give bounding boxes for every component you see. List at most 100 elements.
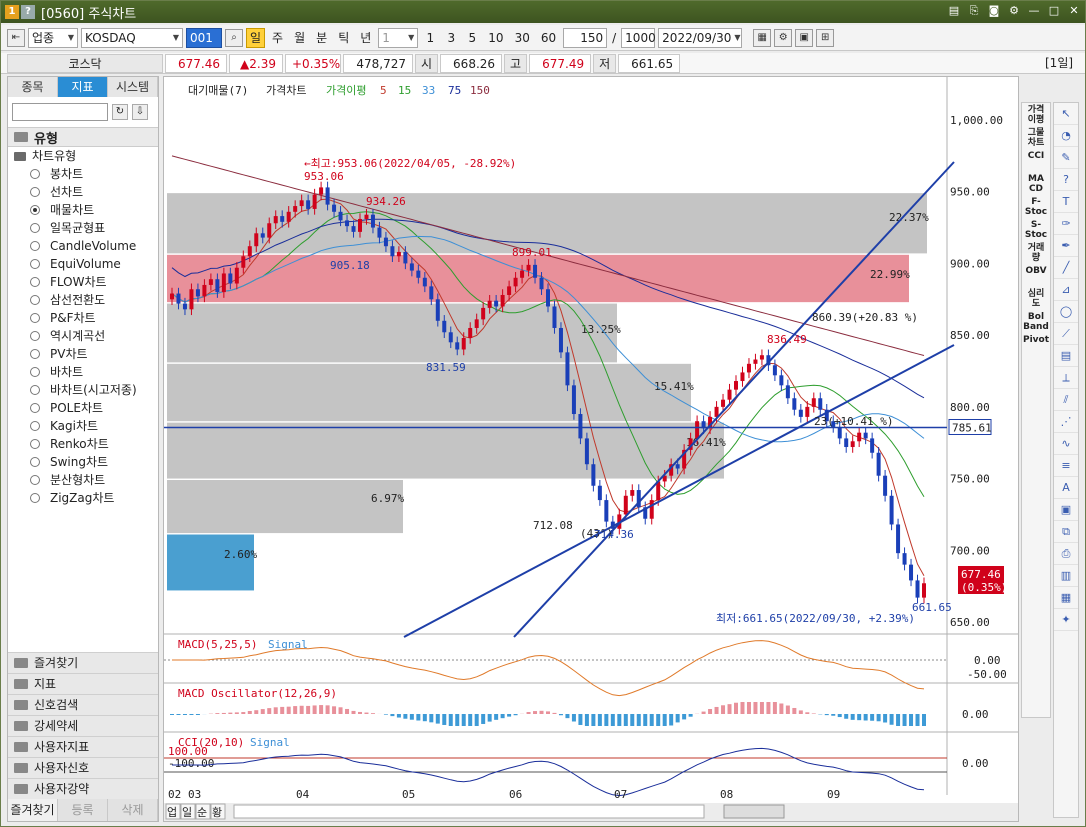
radio-icon[interactable]: [30, 439, 40, 449]
interval-3[interactable]: 3: [442, 28, 460, 48]
code-input[interactable]: KOSDAQ ▼: [81, 27, 183, 48]
radio-icon[interactable]: [30, 421, 40, 431]
panel-search-input[interactable]: [12, 103, 108, 121]
save-icon[interactable]: ▣: [795, 28, 814, 47]
radio-icon[interactable]: [30, 403, 40, 413]
chart-area[interactable]: 22.37% 22.99% 13.25% 15.41% 16.41% 6.97% 2.60%…: [163, 76, 1019, 822]
total-count-input[interactable]: 1000: [621, 27, 656, 48]
close-icon[interactable]: ✕: [1067, 4, 1081, 18]
period-day[interactable]: 일: [246, 27, 266, 48]
chart-type-item[interactable]: Renko차트: [8, 435, 158, 453]
panel-section-item[interactable]: 즐겨찾기: [8, 652, 158, 673]
chart-type-item[interactable]: 바차트: [8, 363, 158, 381]
radio-icon[interactable]: [30, 241, 40, 251]
tab-stocks[interactable]: 종목: [8, 77, 58, 97]
indicator-tool-button[interactable]: 그물 차트: [1022, 126, 1050, 149]
delete-button[interactable]: 삭제: [108, 799, 158, 821]
indicator-tool-button[interactable]: 심리 도: [1022, 287, 1050, 310]
gear-icon[interactable]: ⚙: [774, 28, 793, 47]
chart-svg[interactable]: 22.37%22.99%13.25%15.41%16.41%6.97%2.60%…: [164, 77, 1018, 821]
fork-icon[interactable]: ⟂: [1054, 367, 1078, 389]
indicator-tool-button[interactable]: S- Stoc: [1022, 218, 1050, 241]
marker-icon[interactable]: ✑: [1054, 213, 1078, 235]
parallel-icon[interactable]: ⫽: [1054, 389, 1078, 411]
code-chip[interactable]: 001: [186, 27, 222, 48]
tree-root[interactable]: 차트유형: [8, 147, 158, 165]
indicator-tool-button[interactable]: MA CD: [1022, 172, 1050, 195]
wave-icon[interactable]: ∿: [1054, 433, 1078, 455]
chart-type-item[interactable]: CandleVolume: [8, 237, 158, 255]
date-picker[interactable]: 2022/09/30 ▼: [658, 27, 743, 48]
window-number-badge[interactable]: 1: [5, 5, 19, 19]
period-minute[interactable]: 분: [312, 28, 331, 48]
radio-icon[interactable]: [30, 367, 40, 377]
text-icon[interactable]: T: [1054, 191, 1078, 213]
radio-icon[interactable]: [30, 259, 40, 269]
interval-30[interactable]: 30: [511, 28, 534, 48]
help-icon[interactable]: ?: [21, 5, 35, 19]
ruler-icon[interactable]: ⊿: [1054, 279, 1078, 301]
indicator-tool-button[interactable]: F- Stoc: [1022, 195, 1050, 218]
indicator-tool-button[interactable]: OBV: [1022, 264, 1050, 287]
radio-icon[interactable]: [30, 187, 40, 197]
minimize-icon[interactable]: —: [1027, 4, 1041, 18]
fan-icon[interactable]: ⟋: [1054, 323, 1078, 345]
chart-type-item[interactable]: 삼선전환도: [8, 291, 158, 309]
chart-type-item[interactable]: Kagi차트: [8, 417, 158, 435]
radio-icon[interactable]: [30, 277, 40, 287]
chart-type-item[interactable]: POLE차트: [8, 399, 158, 417]
chart-type-item[interactable]: Swing차트: [8, 453, 158, 471]
period-tick[interactable]: 틱: [334, 28, 353, 48]
indicator-tool-button[interactable]: Pivot: [1022, 333, 1050, 356]
grid-icon[interactable]: ▤: [1054, 345, 1078, 367]
horizontal-scrollbar[interactable]: [233, 804, 705, 819]
layout-icon[interactable]: ▤: [947, 4, 961, 18]
tab-indicators[interactable]: 지표: [58, 77, 108, 97]
refresh-icon[interactable]: ↻: [112, 104, 128, 120]
question-icon[interactable]: ?: [1054, 169, 1078, 191]
radio-icon[interactable]: [30, 493, 40, 503]
panel-section-item[interactable]: 강세약세: [8, 715, 158, 736]
count-stepper[interactable]: 150: [563, 27, 608, 48]
radio-icon[interactable]: [30, 385, 40, 395]
settings-icon[interactable]: ⚙: [1007, 4, 1021, 18]
copy-icon[interactable]: ⧉: [1054, 521, 1078, 543]
chart-type-item[interactable]: EquiVolume: [8, 255, 158, 273]
period-week[interactable]: 주: [268, 28, 287, 48]
tab-systems[interactable]: 시스템: [108, 77, 158, 97]
cursor-icon[interactable]: ↖: [1054, 103, 1078, 125]
camera-icon[interactable]: ◙: [987, 4, 1001, 18]
panel-section-item[interactable]: 사용자신호: [8, 757, 158, 778]
indicator-tool-button[interactable]: 거래 량: [1022, 241, 1050, 264]
chart-type-item[interactable]: 매물차트: [8, 201, 158, 219]
brush-icon[interactable]: ✎: [1054, 147, 1078, 169]
section-header[interactable]: 유형: [8, 127, 158, 147]
radio-icon[interactable]: [30, 223, 40, 233]
panel-section-item[interactable]: 지표: [8, 673, 158, 694]
chart-type-item[interactable]: P&F차트: [8, 309, 158, 327]
radio-icon[interactable]: [30, 169, 40, 179]
minute-select[interactable]: 1 ▼: [378, 27, 419, 48]
eraser-icon[interactable]: ◔: [1054, 125, 1078, 147]
radio-icon[interactable]: [30, 331, 40, 341]
print-icon[interactable]: ⎙: [1054, 543, 1078, 565]
channel-icon[interactable]: ⋰: [1054, 411, 1078, 433]
radio-icon[interactable]: [30, 475, 40, 485]
zoom-slider[interactable]: [723, 804, 785, 819]
indicator-tool-button[interactable]: Bol Band: [1022, 310, 1050, 333]
panel-section-item[interactable]: 신호검색: [8, 694, 158, 715]
chart-type-item[interactable]: 봉차트: [8, 165, 158, 183]
chart-type-item[interactable]: PV차트: [8, 345, 158, 363]
indicator-tool-button[interactable]: CCI: [1022, 149, 1050, 172]
market-select[interactable]: 업종 ▼: [28, 27, 78, 48]
panel-section-item[interactable]: 사용자강약: [8, 778, 158, 799]
table-icon[interactable]: ▦: [1054, 587, 1078, 609]
circle-icon[interactable]: ◯: [1054, 301, 1078, 323]
radio-icon[interactable]: [30, 349, 40, 359]
period-year[interactable]: 년: [356, 28, 375, 48]
pen-icon[interactable]: ✒: [1054, 235, 1078, 257]
fib-icon[interactable]: ≡: [1054, 455, 1078, 477]
panel-section-item[interactable]: 사용자지표: [8, 736, 158, 757]
bar-icon[interactable]: ▥: [1054, 565, 1078, 587]
period-month[interactable]: 월: [290, 28, 309, 48]
